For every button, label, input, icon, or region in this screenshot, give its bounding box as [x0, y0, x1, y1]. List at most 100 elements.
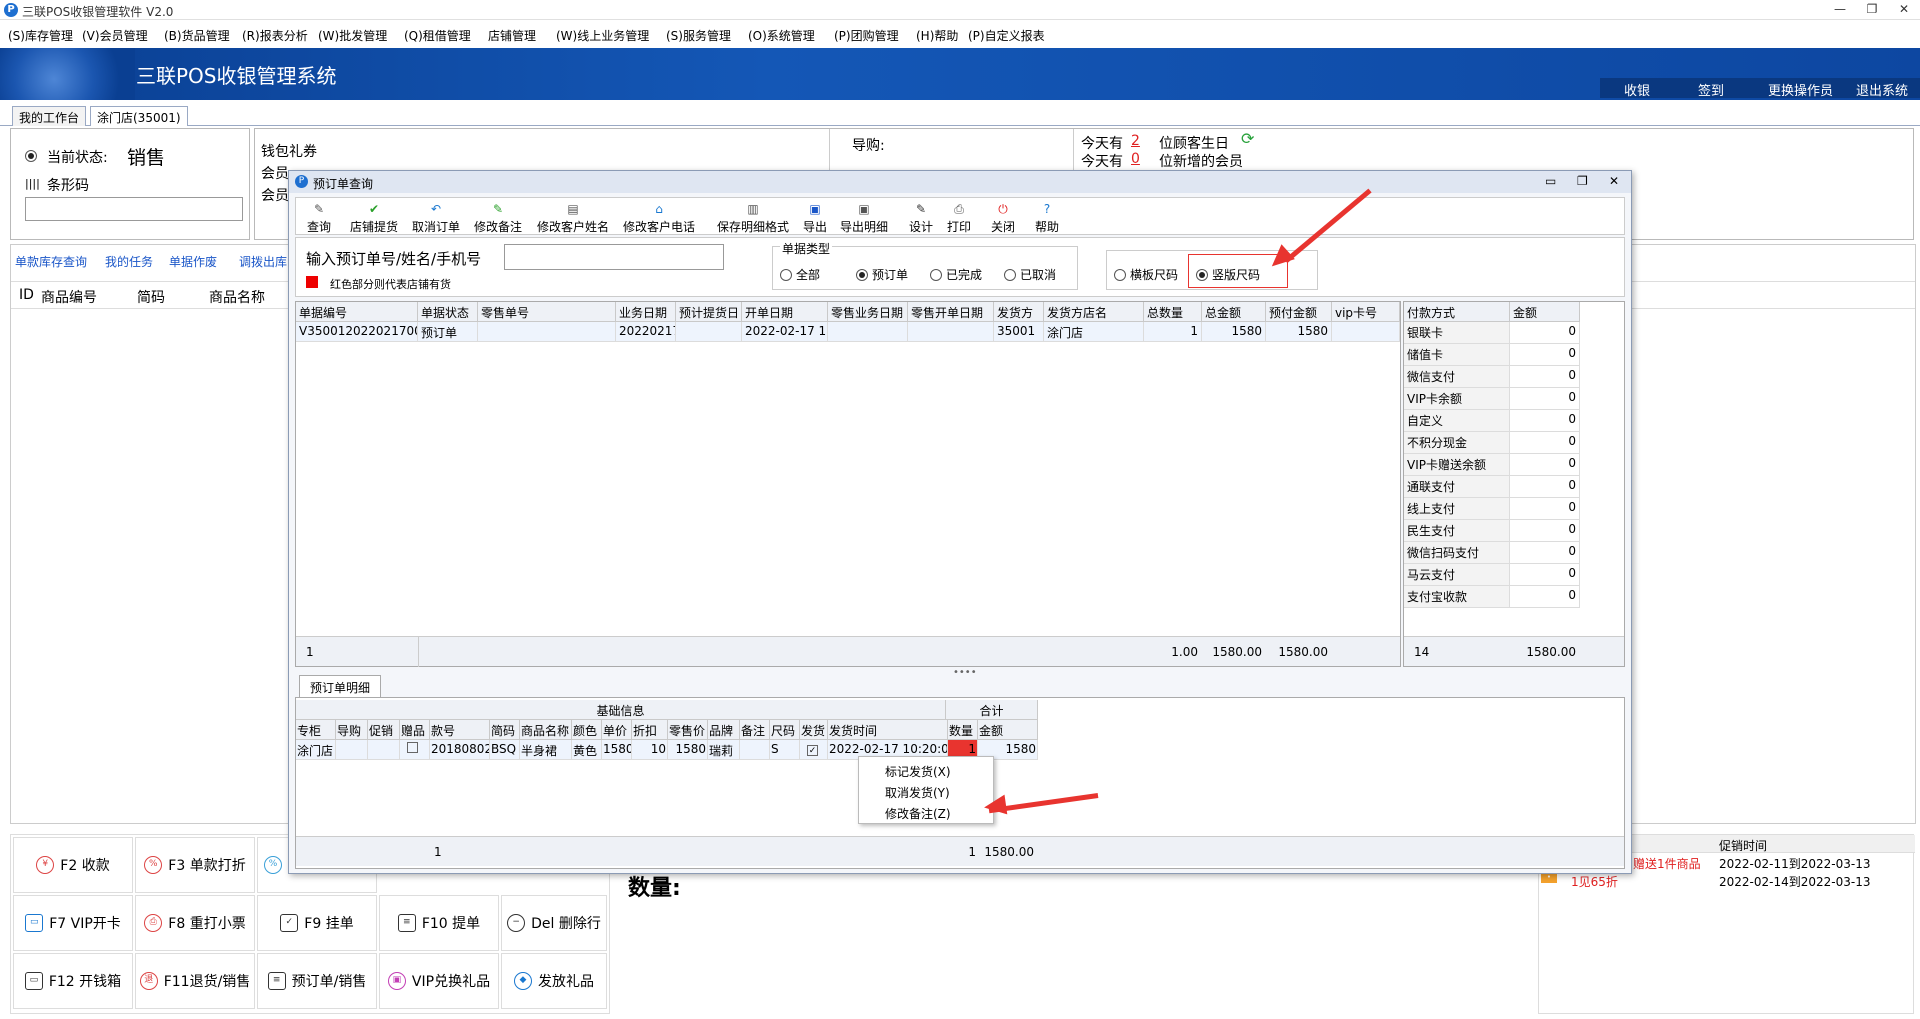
- detail-col-gift[interactable]: 赠品: [400, 720, 430, 740]
- col-biz-date[interactable]: 业务日期: [616, 302, 676, 322]
- detail-col-discount[interactable]: 折扣: [632, 720, 668, 740]
- menu-rental[interactable]: (Q)租借管理: [404, 27, 471, 44]
- ctx-mark-shipped[interactable]: 标记发货(X): [885, 763, 951, 780]
- pay-method-cell[interactable]: VIP卡余额: [1404, 388, 1510, 410]
- menu-inventory[interactable]: (S)库存管理: [8, 27, 73, 44]
- gift-checkbox[interactable]: [400, 740, 430, 760]
- f7-vip-button[interactable]: ▭ F7 VIP开卡: [13, 895, 133, 951]
- cell-retail-biz-date[interactable]: [828, 322, 908, 342]
- help-button[interactable]: ? 帮助: [1032, 198, 1062, 235]
- detail-col-unit-price[interactable]: 单价: [602, 720, 632, 740]
- dialog-restore-icon[interactable]: ❐: [1577, 174, 1588, 188]
- detail-cell-note[interactable]: [740, 740, 770, 760]
- cell-open-date[interactable]: 2022-02-17 10: [742, 322, 828, 342]
- menu-goods[interactable]: (B)货品管理: [164, 27, 230, 44]
- pay-amount-cell[interactable]: 0: [1510, 542, 1580, 564]
- detail-cell-promo[interactable]: [368, 740, 400, 760]
- edit-customer-phone-button[interactable]: ⌂ 修改客户电话: [620, 198, 698, 235]
- detail-cell-style-no[interactable]: 20180802: [430, 740, 490, 760]
- col-retail-biz-date[interactable]: 零售业务日期: [828, 302, 908, 322]
- cell-shipper-store[interactable]: 涂门店: [1044, 322, 1144, 342]
- detail-col-ship-time[interactable]: 发货时间: [828, 720, 948, 740]
- pay-amount-cell[interactable]: 0: [1510, 476, 1580, 498]
- pay-method-cell[interactable]: 微信支付: [1404, 366, 1510, 388]
- cell-prepaid[interactable]: 1580: [1266, 322, 1332, 342]
- col-shipper-store[interactable]: 发货方店名: [1044, 302, 1144, 322]
- query-button[interactable]: ✎ 查询: [302, 198, 336, 235]
- cell-shipper[interactable]: 35001: [994, 322, 1044, 342]
- detail-col-brand[interactable]: 品牌: [708, 720, 740, 740]
- cell-vip-card[interactable]: [1332, 322, 1400, 342]
- f11-return-button[interactable]: 退 F11退货/销售: [135, 953, 255, 1009]
- link-void-doc[interactable]: 单据作废: [169, 253, 217, 270]
- pay-amount-cell[interactable]: 0: [1510, 454, 1580, 476]
- pay-amount-cell[interactable]: 0: [1510, 388, 1580, 410]
- col-prepaid[interactable]: 预付金额: [1266, 302, 1332, 322]
- dialog-close-icon[interactable]: ✕: [1609, 174, 1619, 188]
- ctx-edit-note[interactable]: 修改备注(Z): [885, 805, 951, 822]
- detail-col-counter[interactable]: 专柜: [296, 720, 336, 740]
- cancel-order-button[interactable]: ↶ 取消订单: [410, 198, 462, 235]
- detail-cell-retail-price[interactable]: 1580: [668, 740, 708, 760]
- close-button[interactable]: ⏻ 关闭: [988, 198, 1018, 235]
- col-total-qty[interactable]: 总数量: [1144, 302, 1202, 322]
- pay-amount-cell[interactable]: 0: [1510, 520, 1580, 542]
- detail-col-retail-price[interactable]: 零售价: [668, 720, 708, 740]
- cell-expected-pickup[interactable]: [676, 322, 742, 342]
- detail-col-shipped[interactable]: 发货: [800, 720, 828, 740]
- col-shipper[interactable]: 发货方: [994, 302, 1044, 322]
- search-input[interactable]: [504, 244, 724, 270]
- close-icon[interactable]: ✕: [1896, 2, 1912, 18]
- col-pay-method[interactable]: 付款方式: [1404, 302, 1510, 322]
- f2-collect-button[interactable]: ¥ F2 收款: [13, 837, 133, 893]
- pay-method-cell[interactable]: 通联支付: [1404, 476, 1510, 498]
- shipped-checkbox[interactable]: ✓: [800, 740, 828, 760]
- cell-total-qty[interactable]: 1: [1144, 322, 1202, 342]
- give-gift-button[interactable]: ◆ 发放礼品: [501, 953, 607, 1009]
- type-done-radio[interactable]: 已完成: [930, 266, 982, 283]
- detail-col-style-no[interactable]: 款号: [430, 720, 490, 740]
- tab-workbench[interactable]: 我的工作台: [12, 106, 87, 126]
- barcode-input[interactable]: [25, 197, 243, 221]
- export-button[interactable]: ▣ 导出: [800, 198, 830, 235]
- detail-cell-guide[interactable]: [336, 740, 368, 760]
- pay-method-cell[interactable]: 马云支付: [1404, 564, 1510, 586]
- pay-amount-cell[interactable]: 0: [1510, 432, 1580, 454]
- cell-doc-status[interactable]: 预订单: [418, 322, 478, 342]
- print-button[interactable]: ⎙ 打印: [944, 198, 974, 235]
- menu-online[interactable]: (W)线上业务管理: [556, 27, 649, 44]
- restore-icon[interactable]: ❐: [1864, 2, 1880, 18]
- pay-method-cell[interactable]: 自定义: [1404, 410, 1510, 432]
- f10-recall-button[interactable]: ≡ F10 提单: [379, 895, 499, 951]
- col-pay-amount[interactable]: 金额: [1510, 302, 1580, 322]
- save-detail-format-button[interactable]: ▥ 保存明细格式: [714, 198, 792, 235]
- detail-col-color[interactable]: 颜色: [572, 720, 602, 740]
- export-detail-button[interactable]: ▣ 导出明细: [838, 198, 890, 235]
- tab-preorder-detail[interactable]: 预订单明细: [299, 675, 382, 697]
- minimize-icon[interactable]: —: [1832, 2, 1848, 18]
- design-button[interactable]: ✎ 设计: [906, 198, 936, 235]
- dialog-minimize-icon[interactable]: ▭: [1545, 174, 1556, 188]
- pay-method-cell[interactable]: 储值卡: [1404, 344, 1510, 366]
- pay-amount-cell[interactable]: 0: [1510, 564, 1580, 586]
- preorder-button[interactable]: ≡ 预订单/销售: [257, 953, 377, 1009]
- link-my-tasks[interactable]: 我的任务: [105, 253, 153, 270]
- detail-cell-counter[interactable]: 涂门店: [296, 740, 336, 760]
- newmember-count[interactable]: 0: [1131, 151, 1140, 167]
- pay-amount-cell[interactable]: 0: [1510, 410, 1580, 432]
- edit-customer-name-button[interactable]: ▤ 修改客户姓名: [534, 198, 612, 235]
- col-total-amount[interactable]: 总金额: [1202, 302, 1266, 322]
- link-exit[interactable]: 退出系统: [1856, 80, 1908, 99]
- menu-store[interactable]: 店铺管理: [488, 27, 536, 44]
- detail-cell-brand[interactable]: 瑞莉: [708, 740, 740, 760]
- detail-cell-product-name[interactable]: 半身裙: [520, 740, 572, 760]
- cell-retail-no[interactable]: [478, 322, 616, 342]
- link-stock-query[interactable]: 单款库存查询: [15, 253, 87, 270]
- col-doc-no[interactable]: 单据编号: [296, 302, 418, 322]
- menu-reports[interactable]: (R)报表分析: [242, 27, 308, 44]
- detail-col-qty[interactable]: 数量: [948, 720, 978, 740]
- f3-discount-button[interactable]: % F3 单款打折: [135, 837, 255, 893]
- menu-group[interactable]: (P)团购管理: [834, 27, 899, 44]
- f8-reprint-button[interactable]: ⎙ F8 重打小票: [135, 895, 255, 951]
- pay-method-cell[interactable]: 不积分现金: [1404, 432, 1510, 454]
